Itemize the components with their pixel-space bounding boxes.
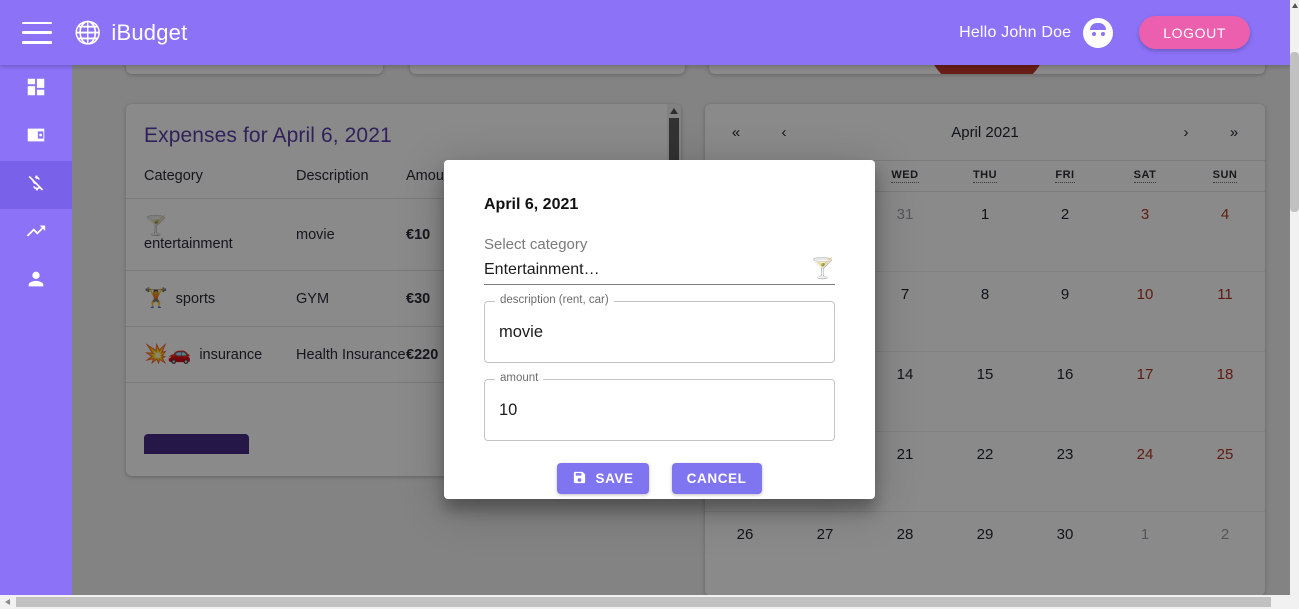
sidebar-item-dashboard[interactable] — [0, 65, 72, 113]
sidebar-item-profile[interactable] — [0, 257, 72, 305]
logout-button[interactable]: LOGOUT — [1139, 16, 1250, 49]
scrollbar-corner — [1285, 595, 1299, 609]
dialog-select-label: Select category — [484, 236, 588, 253]
scroll-up-arrow-icon[interactable] — [1291, 3, 1298, 8]
category-select-value: Entertainment… — [484, 261, 600, 278]
avatar-eyes — [1091, 31, 1105, 36]
scroll-left-arrow-icon[interactable] — [5, 599, 10, 605]
app-header: 🌐 iBudget Hello John Doe LOGOUT — [0, 0, 1290, 65]
category-select[interactable]: Entertainment… 🍸 — [484, 259, 835, 285]
horizontal-scrollbar-thumb[interactable] — [16, 597, 1271, 607]
trending-up-icon — [25, 220, 47, 247]
brand-title: iBudget — [111, 19, 188, 45]
hamburger-menu-icon[interactable] — [22, 21, 52, 44]
app-root: Expenses for April 6, 2021 Category Desc… — [0, 0, 1299, 609]
add-expense-dialog: April 6, 2021 Select category Entertainm… — [444, 160, 875, 499]
dialog-actions: SAVE CANCEL — [484, 463, 835, 494]
cancel-button-label: CANCEL — [686, 471, 747, 486]
sidebar-item-expenses[interactable] — [0, 161, 72, 209]
description-field[interactable]: description (rent, car) movie — [484, 294, 835, 363]
save-button-label: SAVE — [595, 471, 634, 486]
vertical-scrollbar-thumb[interactable] — [1290, 52, 1299, 212]
page-horizontal-scrollbar[interactable] — [0, 595, 1299, 609]
description-field-legend: description (rent, car) — [495, 294, 614, 306]
floppy-disk-icon — [572, 470, 587, 488]
brand[interactable]: 🌐 iBudget — [74, 20, 187, 46]
amount-field-value: 10 — [499, 400, 518, 419]
greeting-text: Hello John Doe — [959, 23, 1072, 41]
sidebar-item-trends[interactable] — [0, 209, 72, 257]
sidebar-item-wallet[interactable] — [0, 113, 72, 161]
globe-icon: 🌐 — [74, 19, 102, 45]
amount-field-legend: amount — [495, 372, 544, 384]
person-icon — [25, 268, 47, 295]
wallet-icon — [25, 124, 47, 151]
description-field-value: movie — [499, 322, 544, 341]
save-button[interactable]: SAVE — [557, 463, 649, 494]
cocktail-glass-icon: 🍸 — [810, 258, 835, 280]
sidebar — [0, 65, 72, 595]
page-vertical-scrollbar[interactable] — [1290, 0, 1299, 595]
avatar[interactable] — [1083, 17, 1114, 48]
dashboard-grid-icon — [25, 76, 47, 103]
money-off-icon — [25, 172, 47, 199]
cancel-button[interactable]: CANCEL — [671, 463, 762, 494]
amount-field[interactable]: amount 10 — [484, 372, 835, 441]
dialog-date: April 6, 2021 — [484, 196, 579, 213]
